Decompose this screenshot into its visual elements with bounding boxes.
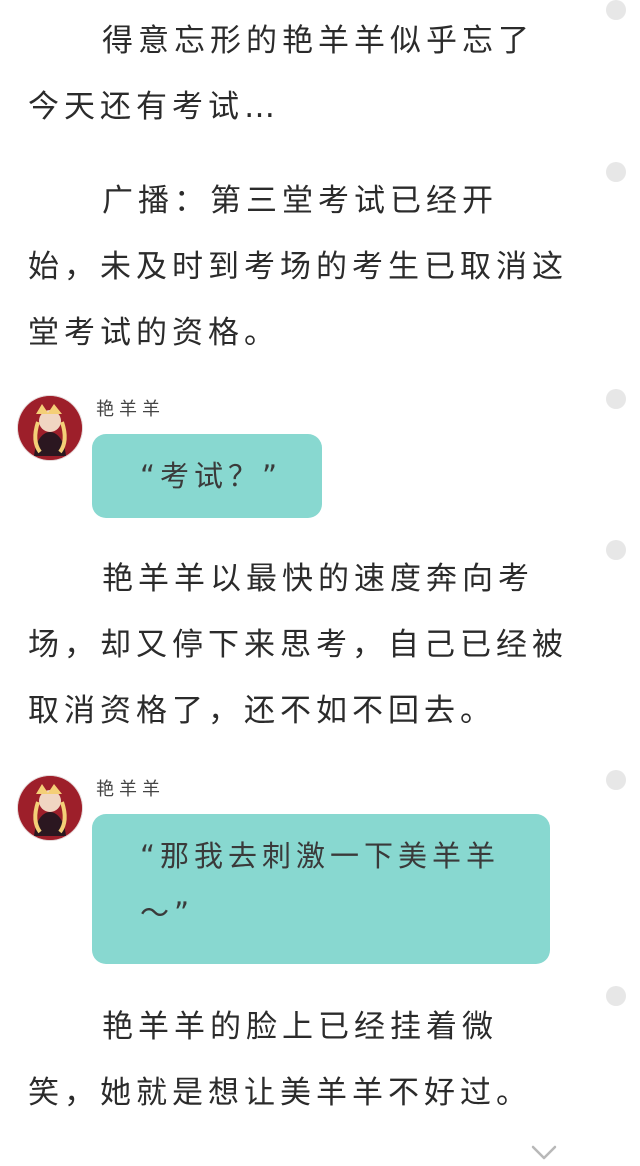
paragraph-comment-dot-icon[interactable]	[606, 162, 626, 182]
paragraph-text: 广播：第三堂考试已经开始，未及时到考场的考生已取消这堂考试的资格。	[28, 183, 568, 351]
story-paragraph: 得意忘形的艳羊羊似乎忘了今天还有考试…	[28, 8, 568, 140]
paragraph-comment-dot-icon[interactable]	[606, 540, 626, 560]
dialogue-bubble: “考试？”	[92, 434, 322, 518]
chevron-down-icon[interactable]	[530, 1144, 558, 1162]
paragraph-text: 艳羊羊的脸上已经挂着微笑，她就是想让美羊羊不好过。	[28, 1009, 532, 1111]
speaker-name: 艳羊羊	[96, 779, 165, 800]
paragraph-text: 艳羊羊以最快的速度奔向考场，却又停下来思考，自己已经被取消资格了，还不如不回去。	[28, 561, 568, 729]
story-paragraph: 广播：第三堂考试已经开始，未及时到考场的考生已取消这堂考试的资格。	[28, 168, 568, 366]
dialogue-text: “考试？”	[140, 459, 283, 493]
story-paragraph: 艳羊羊以最快的速度奔向考场，却又停下来思考，自己已经被取消资格了，还不如不回去。	[28, 546, 568, 744]
speaker-avatar-icon[interactable]	[18, 776, 82, 840]
paragraph-comment-dot-icon[interactable]	[606, 986, 626, 1006]
story-paragraph: 艳羊羊的脸上已经挂着微笑，她就是想让美羊羊不好过。	[28, 994, 568, 1126]
speaker-avatar-icon[interactable]	[18, 396, 82, 460]
paragraph-comment-dot-icon[interactable]	[606, 0, 626, 20]
paragraph-text: 得意忘形的艳羊羊似乎忘了今天还有考试…	[28, 23, 534, 125]
paragraph-comment-dot-icon[interactable]	[606, 770, 626, 790]
dialogue-bubble: “那我去刺激一下美羊羊～”	[92, 814, 550, 964]
paragraph-comment-dot-icon[interactable]	[606, 389, 626, 409]
speaker-name: 艳羊羊	[96, 399, 165, 420]
dialogue-text: “那我去刺激一下美羊羊～”	[140, 839, 501, 930]
